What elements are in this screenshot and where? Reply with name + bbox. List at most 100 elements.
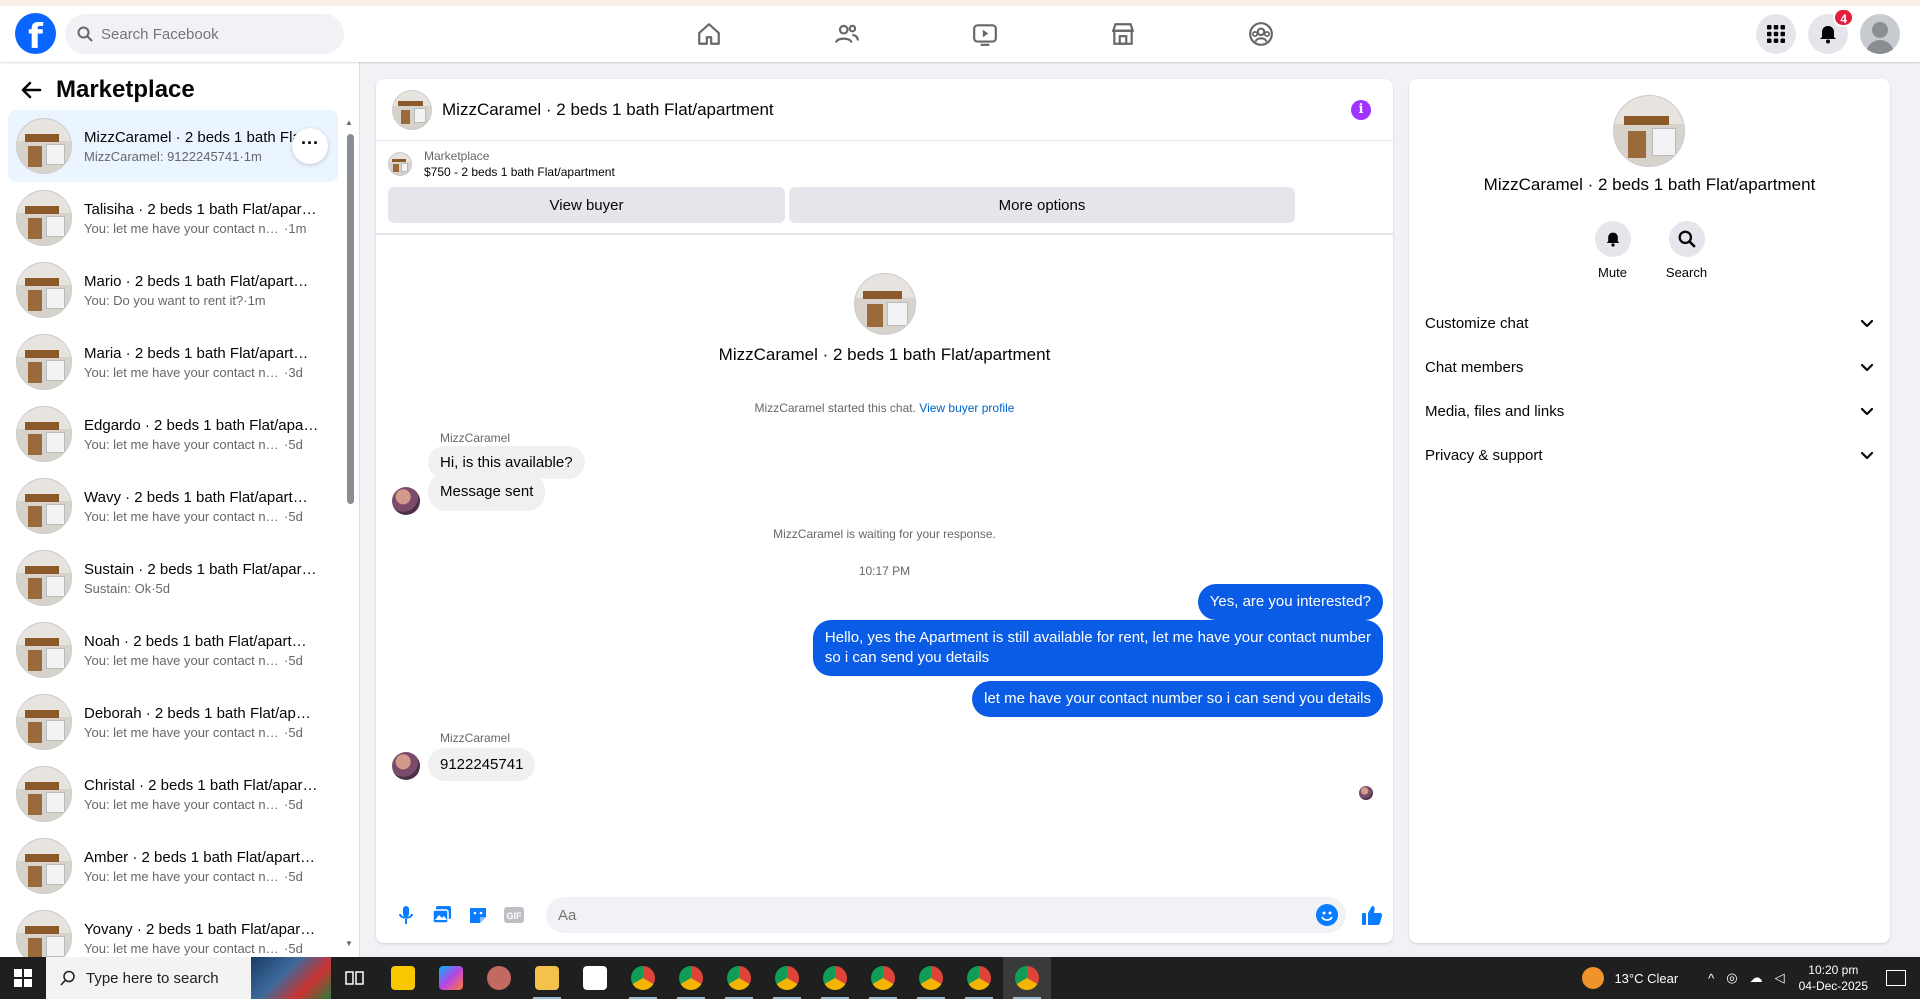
- chrome-icon[interactable]: [1003, 957, 1051, 999]
- emoji-icon[interactable]: [1316, 904, 1338, 926]
- profile-avatar[interactable]: [1860, 14, 1900, 54]
- details-section-row[interactable]: Media, files and links: [1425, 389, 1874, 433]
- details-avatar[interactable]: [1613, 95, 1685, 167]
- chrome-icon[interactable]: [667, 957, 715, 999]
- listing-thumbnail[interactable]: [392, 89, 432, 130]
- conversation-time: 5d: [288, 868, 303, 884]
- weather-icon[interactable]: [1582, 967, 1605, 989]
- back-arrow-icon[interactable]: [20, 79, 42, 101]
- taskbar-search[interactable]: Type here to search: [46, 957, 331, 999]
- conversation-thumbnail: [16, 190, 72, 246]
- sidebar-scrollbar[interactable]: ▲ ▼: [345, 118, 355, 948]
- sender-avatar[interactable]: [392, 487, 420, 515]
- app-icon[interactable]: [475, 957, 523, 999]
- more-options-button[interactable]: More options: [789, 187, 1295, 223]
- info-icon[interactable]: i: [1351, 100, 1371, 120]
- conversation-time: 1m: [288, 220, 307, 236]
- conversation-item[interactable]: Sustain · 2 beds 1 bath Flat/apartment Su…: [8, 542, 338, 614]
- conversation-thumbnail: [16, 118, 72, 174]
- sticker-icon[interactable]: [460, 897, 496, 933]
- incoming-message[interactable]: Message sent: [428, 473, 546, 511]
- thumbs-up-icon[interactable]: [1354, 897, 1390, 933]
- video-icon[interactable]: [916, 10, 1054, 58]
- outgoing-message[interactable]: Yes, are you interested?: [1197, 584, 1383, 620]
- incoming-message[interactable]: 9122245741: [428, 748, 536, 781]
- mute-button[interactable]: Mute: [1594, 221, 1632, 280]
- conversation-item[interactable]: Maria · 2 beds 1 bath Flat/apartment You:…: [8, 326, 338, 398]
- scroll-down-icon[interactable]: ▼: [345, 939, 353, 948]
- conversation-item[interactable]: Christal · 2 beds 1 bath Flat/apartment Y…: [8, 758, 338, 830]
- capcut-icon[interactable]: [571, 957, 619, 999]
- page-scrollbar[interactable]: [1902, 62, 1920, 957]
- listing-mini-thumbnail: [388, 152, 412, 176]
- chrome-icon[interactable]: [715, 957, 763, 999]
- search-box[interactable]: [65, 14, 344, 54]
- view-buyer-profile-link[interactable]: View buyer profile: [919, 401, 1014, 415]
- weather-text[interactable]: 13°C Clear: [1614, 971, 1678, 986]
- search-highlight-image: [251, 957, 331, 999]
- taskbar-search-placeholder: Type here to search: [86, 969, 219, 987]
- network-icon[interactable]: ◎: [1726, 970, 1737, 986]
- sender-avatar[interactable]: [392, 752, 420, 780]
- conversation-time: 5d: [288, 436, 303, 452]
- onedrive-icon[interactable]: ☁: [1750, 970, 1763, 986]
- conversation-item[interactable]: Amber · 2 beds 1 bath Flat/apartment You:…: [8, 830, 338, 902]
- notification-center-icon[interactable]: [1886, 970, 1906, 986]
- photo-icon[interactable]: [424, 897, 460, 933]
- details-section-row[interactable]: Customize chat: [1425, 301, 1874, 345]
- notifications-button[interactable]: 4: [1808, 8, 1854, 54]
- taskbar-clock[interactable]: 10:20 pm 04-Dec-2025: [1799, 962, 1868, 994]
- chrome-icon[interactable]: [811, 957, 859, 999]
- conversation-item[interactable]: Deborah · 2 beds 1 bath Flat/apartment Yo…: [8, 686, 338, 758]
- conversation-title: MizzCaramel · 2 beds 1 bath Flat/apartme…: [84, 128, 319, 146]
- conversation-list: MizzCaramel · 2 beds 1 bath Flat/apartme…: [8, 110, 338, 974]
- conversation-item[interactable]: Mario · 2 beds 1 bath Flat/apartment You:…: [8, 254, 338, 326]
- copilot-icon[interactable]: [427, 957, 475, 999]
- microphone-icon[interactable]: [388, 897, 424, 933]
- chrome-icon[interactable]: [619, 957, 667, 999]
- conversation-item[interactable]: Talisiha · 2 beds 1 bath Flat/apartment Y…: [8, 182, 338, 254]
- conversation-last-message: You: let me have your contact number so …: [84, 436, 284, 452]
- conversation-item[interactable]: Wavy · 2 beds 1 bath Flat/apartment You: …: [8, 470, 338, 542]
- search-in-conversation-button[interactable]: Search: [1666, 221, 1707, 280]
- chrome-icon[interactable]: [763, 957, 811, 999]
- chrome-icon[interactable]: [859, 957, 907, 999]
- scroll-up-icon[interactable]: ▲: [345, 118, 353, 127]
- chat-title[interactable]: MizzCaramel · 2 beds 1 bath Flat/apartme…: [442, 100, 774, 120]
- chevron-up-icon[interactable]: ^: [1708, 971, 1714, 986]
- windows-start-icon[interactable]: [0, 957, 46, 999]
- home-icon[interactable]: [640, 10, 778, 58]
- menu-grid-icon[interactable]: [1756, 14, 1796, 54]
- volume-icon[interactable]: ◁: [1775, 970, 1785, 986]
- details-section-row[interactable]: Privacy & support: [1425, 433, 1874, 477]
- message-input-box[interactable]: [546, 897, 1346, 933]
- outgoing-message[interactable]: let me have your contact number so i can…: [972, 681, 1383, 717]
- scroll-thumb[interactable]: [347, 134, 354, 504]
- details-section-label: Customize chat: [1425, 314, 1529, 332]
- facebook-logo[interactable]: f: [15, 13, 56, 54]
- conversation-last-message: You: let me have your contact number so …: [84, 652, 284, 668]
- conversation-item[interactable]: Edgardo · 2 beds 1 bath Flat/apartment Yo…: [8, 398, 338, 470]
- chat-started-text: MizzCaramel started this chat.: [754, 401, 916, 415]
- conversation-title: Maria · 2 beds 1 bath Flat/apartment: [84, 344, 319, 362]
- details-section-row[interactable]: Chat members: [1425, 345, 1874, 389]
- chrome-icon[interactable]: [907, 957, 955, 999]
- groups-icon[interactable]: [1192, 10, 1330, 58]
- conversation-time: 5d: [288, 796, 303, 812]
- sticky-notes-icon[interactable]: [379, 957, 427, 999]
- conversation-item[interactable]: MizzCaramel · 2 beds 1 bath Flat/apartme…: [8, 110, 338, 182]
- task-view-icon[interactable]: [331, 957, 379, 999]
- marketplace-icon[interactable]: [1054, 10, 1192, 58]
- conversation-item[interactable]: Noah · 2 beds 1 bath Flat/apartment You: …: [8, 614, 338, 686]
- view-buyer-button[interactable]: View buyer: [388, 187, 785, 223]
- file-explorer-icon[interactable]: [523, 957, 571, 999]
- more-options-icon[interactable]: ···: [292, 128, 328, 164]
- conversation-time: 1m: [247, 292, 266, 308]
- gif-icon[interactable]: GIF: [496, 897, 532, 933]
- outgoing-message[interactable]: Hello, yes the Apartment is still availa…: [812, 620, 1383, 676]
- friends-icon[interactable]: [778, 10, 916, 58]
- search-input[interactable]: [101, 25, 321, 43]
- chrome-icon[interactable]: [955, 957, 1003, 999]
- search-icon: [77, 26, 93, 42]
- message-input[interactable]: [558, 906, 1298, 924]
